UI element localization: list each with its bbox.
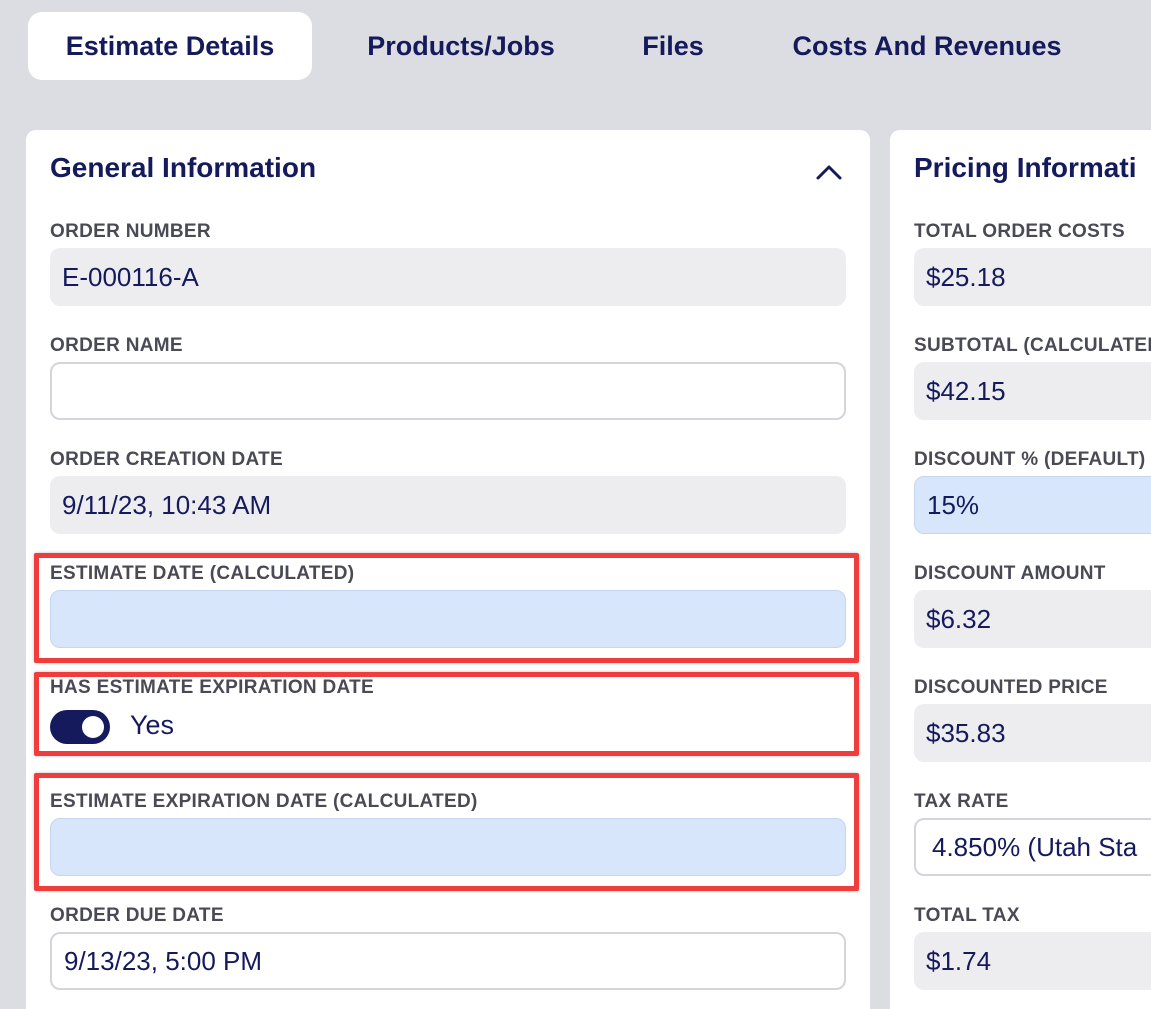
discount-amount-label: DISCOUNT AMOUNT bbox=[914, 563, 1106, 584]
tab-bar: Estimate Details Products/Jobs Files Cos… bbox=[0, 0, 1151, 96]
tab-files[interactable]: Files bbox=[630, 12, 716, 80]
order-name-label: ORDER NAME bbox=[50, 335, 183, 356]
order-creation-date-field: 9/11/23, 10:43 AM bbox=[50, 476, 846, 534]
order-creation-date-label: ORDER CREATION DATE bbox=[50, 449, 283, 470]
tax-rate-select[interactable]: 4.850% (Utah Sta bbox=[914, 818, 1151, 876]
discounted-price-label: DISCOUNTED PRICE bbox=[914, 677, 1108, 698]
toggle-knob bbox=[82, 716, 104, 738]
estimate-expiration-date-label: ESTIMATE EXPIRATION DATE (CALCULATED) bbox=[50, 791, 478, 812]
general-information-card: General Information ORDER NUMBER E-00011… bbox=[26, 130, 870, 1009]
total-tax-label: TOTAL TAX bbox=[914, 905, 1020, 926]
total-tax-field: $1.74 bbox=[914, 932, 1151, 990]
discount-amount-field: $6.32 bbox=[914, 590, 1151, 648]
estimate-date-label: ESTIMATE DATE (CALCULATED) bbox=[50, 563, 355, 584]
estimate-date-field bbox=[50, 590, 846, 648]
subtotal-field: $42.15 bbox=[914, 362, 1151, 420]
tab-products-jobs[interactable]: Products/Jobs bbox=[348, 12, 574, 80]
expiration-date-toggle[interactable] bbox=[50, 710, 110, 744]
tab-estimate-details[interactable]: Estimate Details bbox=[28, 12, 312, 80]
order-number-label: ORDER NUMBER bbox=[50, 221, 211, 242]
has-estimate-expiration-date-label: HAS ESTIMATE EXPIRATION DATE bbox=[50, 677, 375, 698]
subtotal-label: SUBTOTAL (CALCULATED bbox=[914, 335, 1151, 356]
expiration-toggle-label: Yes bbox=[130, 710, 175, 740]
order-due-date-input[interactable]: 9/13/23, 5:00 PM bbox=[50, 932, 846, 990]
tax-rate-label: TAX RATE bbox=[914, 791, 1009, 812]
total-order-costs-field: $25.18 bbox=[914, 248, 1151, 306]
total-order-costs-label: TOTAL ORDER COSTS bbox=[914, 221, 1125, 242]
pricing-information-card: Pricing Informati TOTAL ORDER COSTS $25.… bbox=[890, 130, 1151, 1009]
general-information-title: General Information bbox=[50, 152, 317, 183]
discount-percent-field[interactable]: 15% bbox=[914, 476, 1151, 534]
chevron-up-icon[interactable] bbox=[812, 155, 846, 189]
order-due-date-label: ORDER DUE DATE bbox=[50, 905, 224, 926]
discounted-price-field: $35.83 bbox=[914, 704, 1151, 762]
estimate-expiration-date-field bbox=[50, 818, 846, 876]
order-name-input[interactable] bbox=[50, 362, 846, 420]
tab-costs-and-revenues[interactable]: Costs And Revenues bbox=[772, 12, 1082, 80]
order-number-field: E-000116-A bbox=[50, 248, 846, 306]
pricing-information-title: Pricing Informati bbox=[914, 152, 1137, 183]
discount-percent-label: DISCOUNT % (DEFAULT) bbox=[914, 449, 1146, 470]
